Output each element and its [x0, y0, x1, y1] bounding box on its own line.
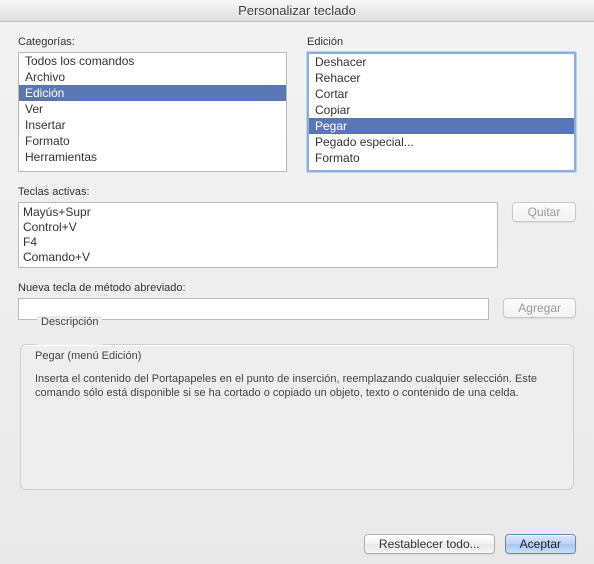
remove-button[interactable]: Quitar	[512, 202, 576, 222]
categories-listbox[interactable]: Todos los comandosArchivoEdiciónVerInser…	[18, 52, 287, 172]
customize-keyboard-window: Personalizar teclado Categorías: Todos l…	[0, 0, 594, 564]
commands-label: Edición	[307, 36, 576, 48]
active-key-item[interactable]: Mayús+Supr	[23, 205, 493, 220]
active-keys-label: Teclas activas:	[18, 186, 576, 198]
categories-label: Categorías:	[18, 36, 287, 48]
new-shortcut-label: Nueva tecla de método abreviado:	[18, 282, 576, 294]
active-keys-listbox[interactable]: Mayús+SuprControl+VF4Comando+V	[18, 202, 498, 268]
active-key-item[interactable]: Comando+V	[23, 250, 493, 265]
window-title: Personalizar teclado	[0, 0, 594, 22]
category-item[interactable]: Todos los comandos	[19, 53, 286, 69]
description-group: Descripción Pegar (menú Edición) Inserta…	[20, 338, 574, 490]
category-item[interactable]: Insertar	[19, 117, 286, 133]
command-item[interactable]: Pegar	[309, 118, 574, 134]
category-item[interactable]: Formato	[19, 133, 286, 149]
active-key-item[interactable]: Control+V	[23, 220, 493, 235]
add-button[interactable]: Agregar	[503, 298, 576, 318]
command-item[interactable]: Rehacer	[309, 70, 574, 86]
commands-listbox[interactable]: DeshacerRehacerCortarCopiarPegarPegado e…	[307, 52, 576, 172]
command-item[interactable]: Copiar	[309, 102, 574, 118]
description-title: Pegar (menú Edición)	[35, 350, 559, 362]
reset-all-button[interactable]: Restablecer todo...	[364, 534, 495, 554]
description-text: Inserta el contenido del Portapapeles en…	[35, 372, 559, 400]
category-item[interactable]: Ver	[19, 101, 286, 117]
command-item[interactable]: Pegado especial...	[309, 134, 574, 150]
accept-button[interactable]: Aceptar	[505, 534, 576, 554]
category-item[interactable]: Herramientas	[19, 149, 286, 165]
category-item[interactable]: Archivo	[19, 69, 286, 85]
active-key-item[interactable]: F4	[23, 235, 493, 250]
category-item[interactable]: Edición	[19, 85, 286, 101]
command-item[interactable]: Deshacer	[309, 54, 574, 70]
command-item[interactable]: Formato	[309, 150, 574, 166]
command-item[interactable]: Cortar	[309, 86, 574, 102]
description-legend: Descripción	[37, 316, 102, 328]
